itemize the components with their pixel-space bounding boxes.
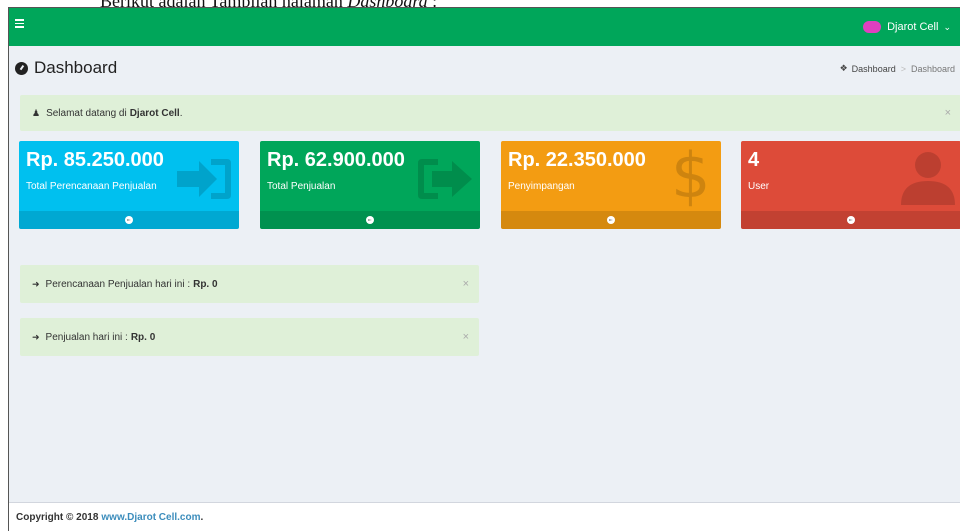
arrow-circle-right-icon [125, 216, 133, 224]
close-icon[interactable]: × [463, 278, 469, 290]
info-box-user: 4 User [741, 141, 960, 229]
info-box-penyimpangan: $ Rp. 22.350.000 Penyimpangan [501, 141, 721, 229]
close-icon[interactable]: × [463, 331, 469, 343]
welcome-text: Selamat datang di [46, 107, 127, 119]
box-value: 4 [748, 149, 760, 171]
page-footer: Copyright © 2018 www.Djarot Cell.com. [9, 502, 960, 531]
plan-today-alert: ➜ Perencanaan Penjualan hari ini : Rp. 0… [20, 265, 479, 303]
more-info-link[interactable] [741, 211, 960, 229]
breadcrumb-separator: > [900, 63, 906, 74]
user-name: Djarot Cell [887, 21, 939, 33]
user-icon: ♟ [32, 107, 41, 118]
box-label: Total Perencanaan Penjualan [26, 181, 157, 192]
home-icon: ❖ [839, 63, 848, 73]
box-value: Rp. 22.350.000 [508, 149, 646, 171]
footer-site-link[interactable]: www.Djarot Cell.com [101, 512, 200, 523]
copyright-text: Copyright © 2018 [16, 512, 99, 523]
box-label: Penyimpangan [508, 181, 575, 192]
avatar [863, 21, 882, 33]
chevron-down-icon: ⌄ [943, 21, 951, 32]
welcome-alert: ♟ Selamat datang di Djarot Cell. × [20, 95, 960, 131]
sign-out-icon [418, 159, 472, 199]
arrow-circle-right-icon [607, 216, 615, 224]
dashboard-icon [15, 61, 28, 75]
box-value: Rp. 85.250.000 [26, 149, 164, 171]
breadcrumb: ❖ Dashboard > Dashboard [840, 63, 955, 74]
box-value: Rp. 62.900.000 [267, 149, 405, 171]
box-label: Total Penjualan [267, 181, 336, 192]
plan-today-text: Perencanaan Penjualan hari ini : [45, 278, 191, 290]
sales-today-alert: ➜ Penjualan hari ini : Rp. 0 × [20, 318, 479, 356]
more-info-link[interactable] [19, 211, 239, 229]
dollar-icon: $ [671, 141, 711, 212]
arrow-circle-right-icon [847, 216, 855, 224]
page-title: Dashboard [34, 58, 118, 77]
user-menu[interactable]: Djarot Cell ⌄ [863, 18, 951, 36]
page-header: Dashboard [15, 58, 117, 78]
browser-viewport: Djarot Cell ⌄ Dashboard ❖ Dashboard > Da… [8, 7, 960, 531]
welcome-store-name: Djarot Cell [129, 107, 180, 119]
plan-today-value: Rp. 0 [193, 278, 218, 290]
box-label: User [748, 181, 770, 192]
user-icon [901, 152, 955, 205]
info-box-total-perencanaan: Rp. 85.250.000 Total Perencanaan Penjual… [19, 141, 239, 229]
more-info-link[interactable] [260, 211, 480, 229]
breadcrumb-link-dashboard[interactable]: Dashboard [852, 64, 896, 74]
sales-today-text: Penjualan hari ini : [45, 331, 128, 343]
sign-out-icon: ➜ [32, 331, 40, 342]
sidebar-toggle-icon[interactable] [15, 19, 25, 31]
arrow-circle-right-icon [366, 216, 374, 224]
sales-today-value: Rp. 0 [130, 331, 156, 343]
document-caption: Berikut adalah Tampilan halaman Dashboar… [100, 0, 438, 11]
sign-in-icon [177, 159, 231, 199]
close-icon[interactable]: × [945, 107, 951, 119]
top-navbar: Djarot Cell ⌄ [9, 8, 960, 46]
sign-in-icon: ➜ [32, 278, 40, 289]
content-wrapper: Dashboard ❖ Dashboard > Dashboard ♟ Sela… [9, 46, 960, 502]
info-box-total-penjualan: Rp. 62.900.000 Total Penjualan [260, 141, 480, 229]
more-info-link[interactable] [501, 211, 721, 229]
breadcrumb-current: Dashboard [910, 63, 955, 74]
